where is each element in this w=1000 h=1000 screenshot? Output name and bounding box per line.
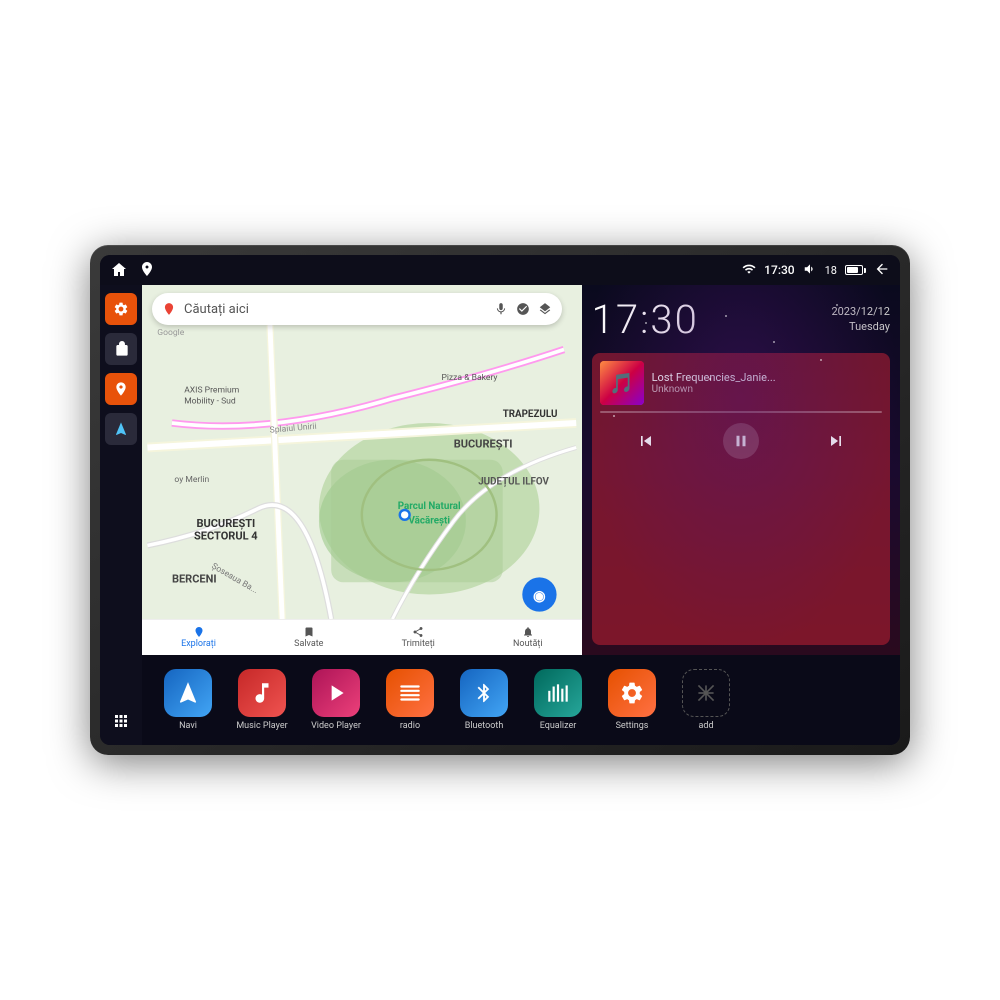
navi-label: Navi bbox=[179, 721, 197, 731]
sidebar-grid-button[interactable] bbox=[105, 705, 137, 737]
maps-icon bbox=[162, 302, 176, 316]
sidebar-nav-button[interactable] bbox=[105, 413, 137, 445]
svg-text:JUDEȚUL ILFOV: JUDEȚUL ILFOV bbox=[478, 476, 549, 487]
music-controls bbox=[600, 419, 882, 463]
music-info-row: Lost Frequencies_Janie... Unknown bbox=[600, 361, 882, 405]
layers-icon bbox=[538, 302, 552, 316]
device-screen: 17:30 18 bbox=[100, 255, 900, 745]
left-sidebar bbox=[100, 285, 142, 745]
settings-app-label: Settings bbox=[616, 721, 649, 731]
app-radio[interactable]: radio bbox=[376, 669, 444, 731]
music-meta: Lost Frequencies_Janie... Unknown bbox=[652, 371, 882, 395]
app-bluetooth[interactable]: Bluetooth bbox=[450, 669, 518, 731]
equalizer-label: Equalizer bbox=[540, 721, 577, 731]
map-search-text[interactable]: Căutați aici bbox=[184, 302, 486, 317]
radio-icon bbox=[386, 669, 434, 717]
account-icon bbox=[516, 302, 530, 316]
sidebar-map-button[interactable] bbox=[105, 373, 137, 405]
music-prev-button[interactable] bbox=[630, 425, 662, 457]
add-icon bbox=[682, 669, 730, 717]
location-icon[interactable] bbox=[138, 261, 156, 279]
music-artist: Unknown bbox=[652, 384, 882, 395]
music-title: Lost Frequencies_Janie... bbox=[652, 371, 882, 384]
music-next-button[interactable] bbox=[820, 425, 852, 457]
music-album-crowd bbox=[600, 361, 644, 405]
svg-text:BERCENI: BERCENI bbox=[172, 572, 217, 585]
status-bar: 17:30 18 bbox=[100, 255, 900, 285]
music-player-icon bbox=[238, 669, 286, 717]
back-button[interactable] bbox=[874, 261, 890, 280]
map-search-bar[interactable]: Căutați aici bbox=[152, 293, 562, 325]
map-saved-tab[interactable]: Salvate bbox=[294, 626, 323, 649]
add-label: add bbox=[698, 721, 713, 731]
app-grid-section: Navi Music Player Video Pl bbox=[142, 655, 900, 745]
map-section[interactable]: Căutați aici bbox=[142, 285, 582, 655]
svg-text:Mobility - Sud: Mobility - Sud bbox=[184, 396, 236, 406]
navi-icon bbox=[164, 669, 212, 717]
mic-icon bbox=[494, 302, 508, 316]
right-panel: 17:30 2023/12/12 Tuesday bbox=[582, 285, 900, 655]
app-navi[interactable]: Navi bbox=[154, 669, 222, 731]
music-progress-bar[interactable] bbox=[600, 411, 882, 413]
battery-icon bbox=[845, 265, 866, 275]
sidebar-settings-button[interactable] bbox=[105, 293, 137, 325]
music-pause-button[interactable] bbox=[723, 423, 759, 459]
music-player-label: Music Player bbox=[236, 721, 287, 731]
content-area: Căutați aici bbox=[142, 285, 900, 745]
video-player-label: Video Player bbox=[311, 721, 361, 731]
status-bar-left bbox=[110, 261, 156, 279]
home-icon[interactable] bbox=[110, 261, 128, 279]
radio-label: radio bbox=[400, 721, 420, 731]
svg-text:oy Merlin: oy Merlin bbox=[174, 475, 209, 485]
svg-text:BUCUREȘTI: BUCUREȘTI bbox=[454, 438, 513, 451]
svg-text:TRAPEZULU: TRAPEZULU bbox=[503, 409, 558, 420]
bluetooth-icon bbox=[460, 669, 508, 717]
status-bar-right: 17:30 18 bbox=[742, 261, 890, 280]
clock-date: 2023/12/12 Tuesday bbox=[831, 300, 890, 335]
clock-date-value: 2023/12/12 bbox=[831, 304, 890, 319]
map-visual: TRAPEZULU Pizza & Bakery AXIS Premium Mo… bbox=[142, 325, 582, 619]
svg-text:AXIS Premium: AXIS Premium bbox=[184, 385, 239, 395]
clock-day: Tuesday bbox=[831, 319, 890, 334]
clock-section: 17:30 2023/12/12 Tuesday bbox=[592, 295, 890, 345]
svg-text:SECTORUL 4: SECTORUL 4 bbox=[194, 529, 258, 542]
music-section: Lost Frequencies_Janie... Unknown bbox=[592, 353, 890, 645]
svg-text:Văcărești: Văcărești bbox=[408, 515, 450, 526]
svg-text:BUCUREȘTI: BUCUREȘTI bbox=[196, 517, 255, 530]
video-player-icon bbox=[312, 669, 360, 717]
sidebar-apps-button[interactable] bbox=[105, 333, 137, 365]
volume-icon bbox=[803, 262, 817, 279]
status-time: 17:30 bbox=[764, 263, 794, 277]
app-equalizer[interactable]: Equalizer bbox=[524, 669, 592, 731]
app-add[interactable]: add bbox=[672, 669, 740, 731]
map-share-tab[interactable]: Trimiteți bbox=[402, 626, 435, 649]
app-video-player[interactable]: Video Player bbox=[302, 669, 370, 731]
map-explore-tab[interactable]: Explorați bbox=[181, 626, 216, 649]
map-news-tab[interactable]: Noutăți bbox=[513, 626, 543, 649]
wifi-icon bbox=[742, 262, 756, 279]
app-settings[interactable]: Settings bbox=[598, 669, 666, 731]
svg-text:Google: Google bbox=[157, 328, 184, 338]
top-row: Căutați aici bbox=[142, 285, 900, 655]
svg-text:Pizza & Bakery: Pizza & Bakery bbox=[441, 373, 497, 383]
map-bottom-bar: Explorați Salvate Trimiteți bbox=[142, 619, 582, 655]
bluetooth-label: Bluetooth bbox=[465, 721, 504, 731]
app-music-player[interactable]: Music Player bbox=[228, 669, 296, 731]
device-frame: 17:30 18 bbox=[90, 245, 910, 755]
clock-time: 17:30 bbox=[592, 300, 699, 340]
equalizer-icon bbox=[534, 669, 582, 717]
music-album-art bbox=[600, 361, 644, 405]
svg-text:◉: ◉ bbox=[533, 587, 546, 605]
main-area: Căutați aici bbox=[100, 285, 900, 745]
signal-strength: 18 bbox=[825, 264, 837, 277]
settings-app-icon bbox=[608, 669, 656, 717]
